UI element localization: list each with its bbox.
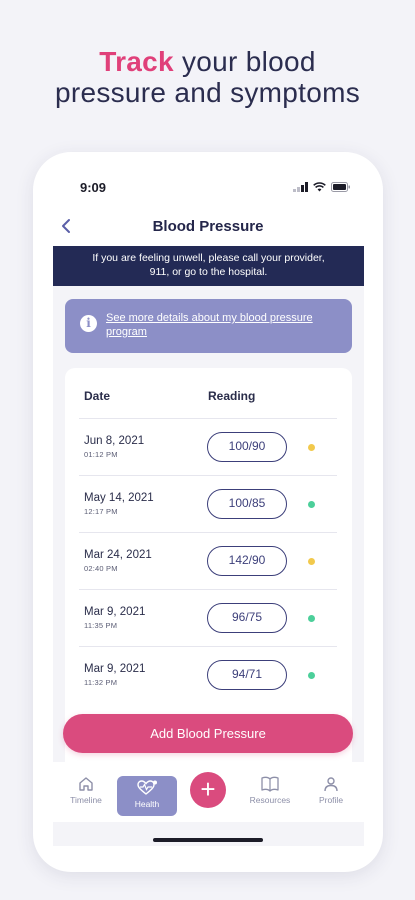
status-dot	[308, 615, 315, 622]
info-icon: i	[80, 315, 97, 332]
headline-rest: your blood	[173, 46, 316, 77]
headline: Track your blood pressure and symptoms	[0, 46, 415, 108]
status-icons	[293, 182, 351, 192]
row-time: 11:32 PM	[84, 678, 118, 687]
headline-line1: Track your blood	[0, 46, 415, 77]
tab-label: Health	[134, 799, 160, 809]
reading-value[interactable]: 96/75	[207, 603, 287, 633]
home-indicator	[153, 838, 263, 842]
table-row[interactable]: May 14, 2021 12:17 PM 100/85	[79, 475, 337, 532]
status-dot	[308, 558, 315, 565]
row-date: Mar 9, 2021	[84, 663, 146, 675]
tab-timeline[interactable]: Timeline	[56, 776, 116, 805]
status-dot	[308, 501, 315, 508]
alert-line2: 911, or go to the hospital.	[149, 266, 268, 278]
tab-bar: Timeline Health + Resources Profile	[33, 762, 383, 822]
table-row[interactable]: Mar 9, 2021 11:32 PM 94/71	[79, 646, 337, 703]
wifi-icon	[313, 182, 326, 192]
status-time: 9:09	[80, 180, 107, 195]
row-date: Jun 8, 2021	[84, 435, 145, 447]
book-icon	[261, 776, 279, 792]
battery-icon	[331, 182, 351, 192]
add-button[interactable]: +	[190, 772, 226, 808]
add-blood-pressure-button[interactable]: Add Blood Pressure	[63, 714, 353, 753]
tab-label: Profile	[318, 795, 344, 805]
tab-resources[interactable]: Resources	[240, 776, 300, 805]
phone-frame: 9:09 Blood Pressure If you are feeling u…	[33, 152, 383, 872]
status-dot	[308, 672, 315, 679]
house-icon	[79, 777, 93, 791]
reading-value[interactable]: 100/85	[207, 489, 287, 519]
program-info-card[interactable]: i See more details about my blood pressu…	[65, 299, 352, 353]
alert-banner: If you are feeling unwell, please call y…	[53, 246, 364, 286]
tab-health[interactable]: Health	[117, 776, 177, 816]
row-date: Mar 24, 2021	[84, 549, 152, 561]
row-date: Mar 9, 2021	[84, 606, 146, 618]
status-bar: 9:09	[33, 180, 383, 200]
column-header-reading: Reading	[208, 389, 256, 403]
heart-pulse-icon	[137, 780, 157, 795]
nav-bar: Blood Pressure	[33, 214, 383, 240]
reading-value[interactable]: 142/90	[207, 546, 287, 576]
alert-line1: If you are feeling unwell, please call y…	[92, 252, 325, 264]
reading-value[interactable]: 100/90	[207, 432, 287, 462]
page-title: Blood Pressure	[152, 218, 264, 235]
tab-profile[interactable]: Profile	[301, 776, 361, 805]
table-row[interactable]: Mar 9, 2021 11:35 PM 96/75	[79, 589, 337, 646]
row-time: 12:17 PM	[84, 507, 118, 516]
table-row[interactable]: Mar 24, 2021 02:40 PM 142/90	[79, 532, 337, 589]
headline-line2: pressure and symptoms	[54, 77, 361, 108]
program-details-link[interactable]: See more details about my blood pressure…	[106, 311, 341, 339]
headline-accent: Track	[99, 46, 174, 77]
signal-icon	[293, 182, 308, 192]
row-time: 01:12 PM	[84, 450, 118, 459]
row-time: 02:40 PM	[84, 564, 118, 573]
table-row[interactable]: Jun 8, 2021 01:12 PM 100/90	[79, 418, 337, 475]
tab-label: Timeline	[70, 795, 102, 805]
row-date: May 14, 2021	[84, 492, 154, 504]
row-time: 11:35 PM	[84, 621, 118, 630]
reading-value[interactable]: 94/71	[207, 660, 287, 690]
person-icon	[324, 777, 338, 792]
column-header-date: Date	[84, 389, 111, 403]
status-dot	[308, 444, 315, 451]
tab-label: Resources	[249, 795, 291, 805]
